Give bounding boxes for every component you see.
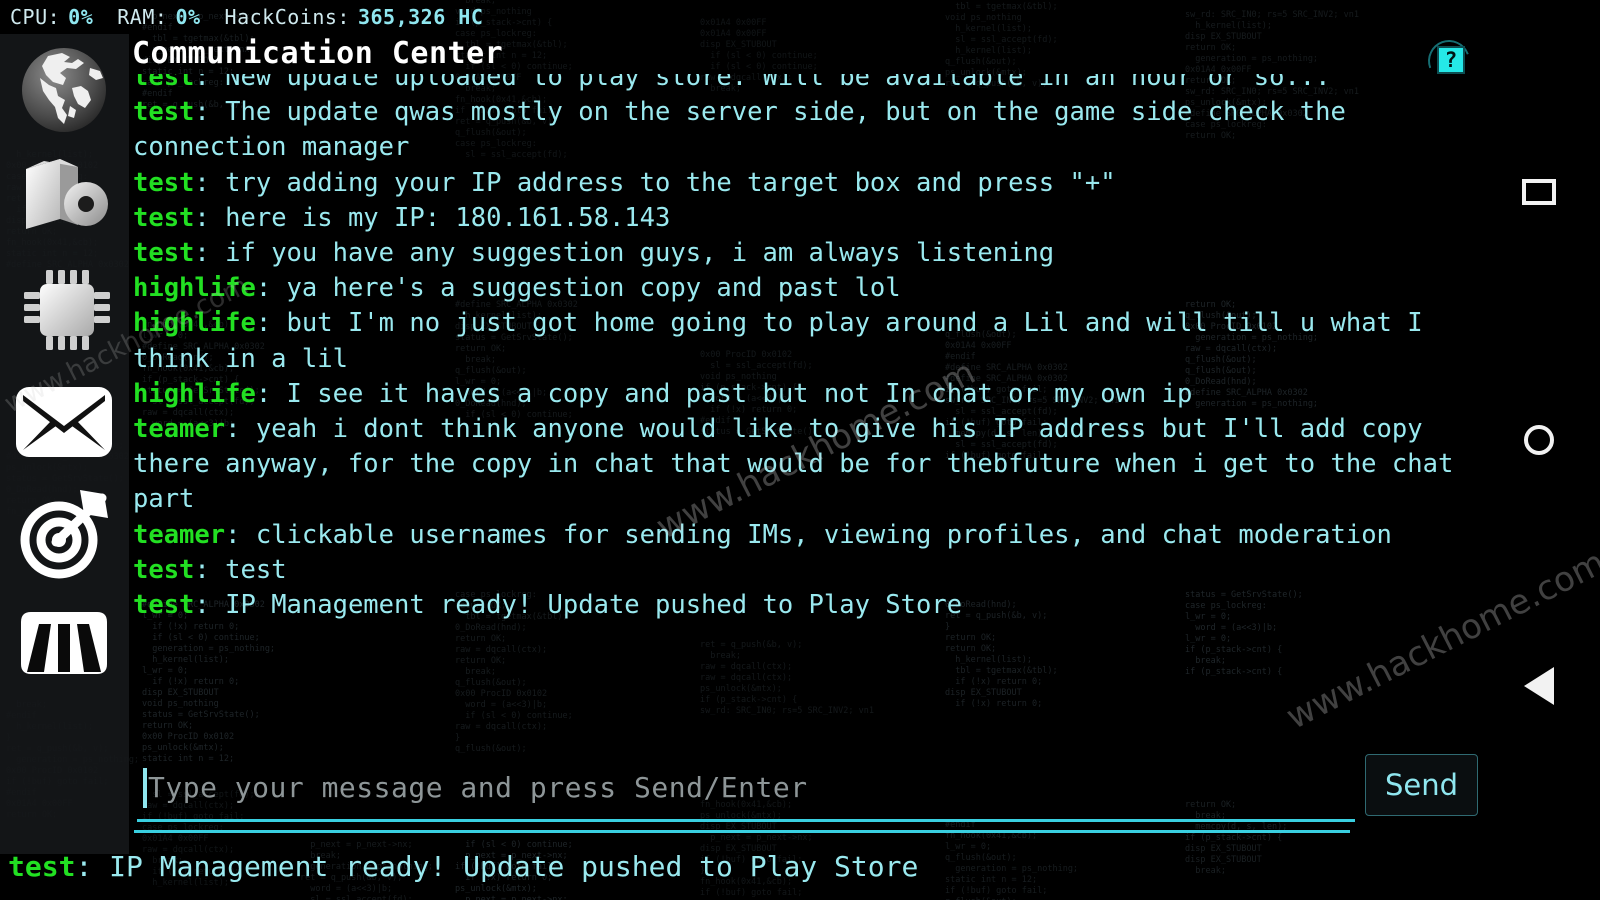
chat-text: if you have any suggestion guys, i am al… — [225, 238, 1055, 269]
chat-colon: : — [194, 554, 226, 585]
chat-colon: : — [255, 273, 287, 304]
chat-message: test: here is my IP: 180.161.58.143 — [133, 201, 1472, 236]
android-navigation-bar — [1478, 0, 1600, 900]
home-button[interactable] — [1478, 400, 1600, 480]
chat-text: ya here's a suggestion copy and past lol — [286, 273, 901, 304]
cpu-value: 0% — [68, 5, 94, 29]
cpu-icon — [16, 264, 112, 356]
chat-username[interactable]: test — [133, 97, 194, 127]
chat-username[interactable]: test — [133, 555, 194, 585]
square-icon — [1522, 179, 1556, 205]
ticker-username: test — [8, 849, 76, 883]
triangle-back-icon — [1524, 667, 1554, 705]
chat-message: test: The update qwas mostly on the serv… — [133, 95, 1472, 165]
chat-colon: : — [225, 414, 256, 445]
status-ticker: test : IP Management ready! Update pushe… — [0, 832, 1478, 900]
software-icon — [16, 155, 112, 241]
message-compose-row: Type your message and press Send/Enter S… — [129, 748, 1478, 832]
chat-message: highlife: but I'm no just got home going… — [133, 306, 1472, 376]
send-button[interactable]: Send — [1365, 754, 1478, 816]
chat-username[interactable]: test — [133, 203, 194, 233]
back-button[interactable] — [1478, 646, 1600, 726]
input-divider — [134, 830, 1350, 833]
ram-label: RAM: — [117, 5, 168, 29]
chat-message: highlife: I see it haves a copy and past… — [133, 377, 1472, 412]
chat-text: The update qwas mostly on the server sid… — [133, 97, 1346, 163]
chat-message: teamer: yeah i dont think anyone would l… — [133, 412, 1472, 518]
chat-username[interactable]: test — [133, 238, 194, 268]
chat-username[interactable]: highlife — [133, 273, 256, 303]
chat-message: test: if you have any suggestion guys, i… — [133, 236, 1472, 271]
chat-message-list: test: New update uploaded to play store.… — [129, 74, 1478, 623]
chat-username[interactable]: highlife — [133, 379, 256, 409]
chat-colon: : — [194, 238, 226, 269]
chat-colon: : — [194, 590, 226, 621]
chat-text: I see it haves a copy and past but not I… — [286, 378, 1193, 409]
hackcoins-label: HackCoins: — [224, 5, 350, 29]
chat-text: try adding your IP address to the target… — [225, 167, 1116, 198]
page-header: Communication Center ? — [0, 33, 1478, 89]
chat-message: test: test — [133, 553, 1472, 588]
chat-text: clickable usernames for sending IMs, vie… — [255, 519, 1392, 550]
sidebar-item-messages[interactable] — [12, 370, 116, 474]
mail-icon — [15, 386, 113, 458]
sidebar-item-network[interactable] — [12, 590, 116, 694]
chat-text: IP Management ready! Update pushed to Pl… — [225, 590, 963, 621]
chat-username[interactable]: teamer — [133, 520, 225, 550]
target-icon — [16, 488, 112, 580]
chat-message: test: IP Management ready! Update pushed… — [133, 588, 1472, 623]
chat-colon: : — [255, 308, 287, 339]
sidebar-icon-rail — [0, 34, 129, 854]
sidebar-item-hardware[interactable] — [12, 258, 116, 362]
recents-button[interactable] — [1478, 152, 1600, 232]
chat-colon: : — [194, 202, 226, 233]
message-input[interactable]: Type your message and press Send/Enter — [137, 756, 1355, 822]
sidebar-item-targets[interactable] — [12, 482, 116, 586]
text-caret — [143, 767, 147, 808]
ticker-colon: : — [75, 849, 110, 883]
cpu-label: CPU: — [10, 5, 61, 29]
hackcoins-value: 365,326 HC — [357, 5, 484, 29]
chat-username[interactable]: highlife — [133, 308, 256, 338]
chat-log-viewport[interactable]: test: New update uploaded to play store.… — [129, 74, 1478, 742]
chat-message: test: try adding your IP address to the … — [133, 166, 1472, 201]
chat-colon: : — [255, 378, 287, 409]
chat-text: yeah i dont think anyone would like to g… — [133, 414, 1454, 515]
sidebar-item-software[interactable] — [12, 146, 116, 250]
help-button[interactable]: ? — [1437, 46, 1465, 74]
circle-icon — [1524, 425, 1554, 455]
chat-message: highlife: ya here's a suggestion copy an… — [133, 271, 1472, 306]
chat-colon: : — [225, 519, 256, 550]
chat-text: but I'm no just got home going to play a… — [133, 308, 1423, 374]
network-icon — [17, 602, 111, 682]
chat-text: test — [225, 554, 287, 585]
chat-username[interactable]: teamer — [133, 414, 225, 444]
chat-message: teamer: clickable usernames for sending … — [133, 518, 1472, 553]
chat-username[interactable]: test — [133, 168, 194, 198]
chat-username[interactable]: test — [133, 590, 194, 620]
ram-value: 0% — [175, 5, 201, 29]
message-input-placeholder: Type your message and press Send/Enter — [148, 771, 808, 804]
page-title: Communication Center — [132, 36, 504, 71]
chat-colon: : — [194, 97, 226, 128]
ticker-text: IP Management ready! Update pushed to Pl… — [109, 849, 919, 883]
chat-text: here is my IP: 180.161.58.143 — [225, 202, 671, 233]
system-status-bar: CPU: 0% RAM: 0% HackCoins: 365,326 HC — [0, 0, 1478, 34]
chat-colon: : — [194, 167, 226, 198]
app-root: p_next = p_next->nx; #endif tbl = tgetma… — [0, 0, 1600, 900]
